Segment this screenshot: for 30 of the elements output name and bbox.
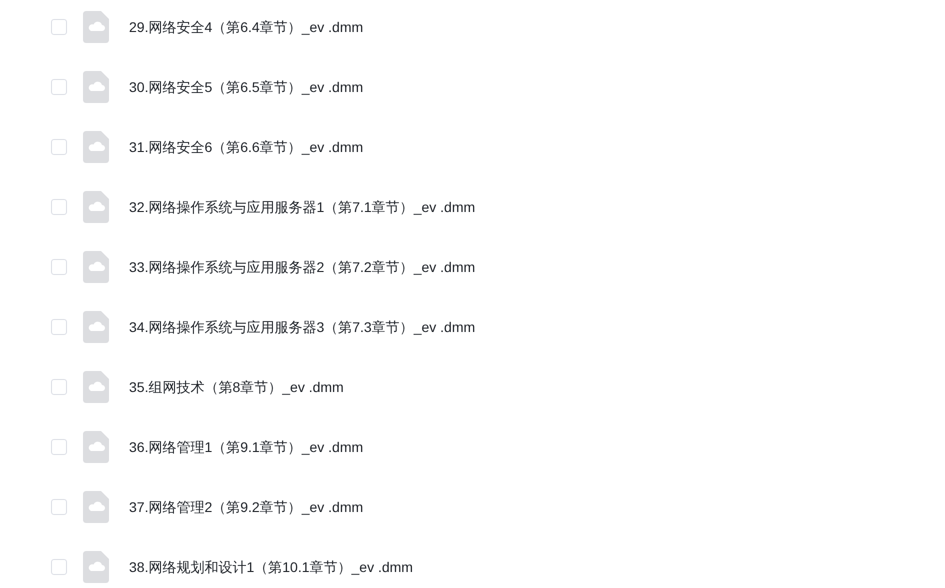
checkbox[interactable] bbox=[51, 139, 67, 155]
file-name[interactable]: 34.网络操作系统与应用服务器3（第7.3章节）_ev .dmm bbox=[129, 316, 476, 338]
cloud-file-icon bbox=[83, 311, 109, 343]
cloud-file-icon bbox=[83, 491, 109, 523]
file-name[interactable]: 30.网络安全5（第6.5章节）_ev .dmm bbox=[129, 76, 364, 98]
file-name[interactable]: 31.网络安全6（第6.6章节）_ev .dmm bbox=[129, 136, 364, 158]
checkbox[interactable] bbox=[51, 439, 67, 455]
checkbox[interactable] bbox=[51, 19, 67, 35]
cloud-file-icon bbox=[83, 431, 109, 463]
checkbox[interactable] bbox=[51, 559, 67, 575]
checkbox[interactable] bbox=[51, 199, 67, 215]
cloud-file-icon bbox=[83, 371, 109, 403]
checkbox[interactable] bbox=[51, 379, 67, 395]
file-name[interactable]: 33.网络操作系统与应用服务器2（第7.2章节）_ev .dmm bbox=[129, 256, 476, 278]
file-name[interactable]: 32.网络操作系统与应用服务器1（第7.1章节）_ev .dmm bbox=[129, 196, 476, 218]
cloud-file-icon bbox=[83, 11, 109, 43]
file-name[interactable]: 29.网络安全4（第6.4章节）_ev .dmm bbox=[129, 16, 364, 38]
cloud-file-icon bbox=[83, 551, 109, 583]
cloud-file-icon bbox=[83, 71, 109, 103]
checkbox[interactable] bbox=[51, 499, 67, 515]
cloud-file-icon bbox=[83, 191, 109, 223]
checkbox[interactable] bbox=[51, 79, 67, 95]
cloud-file-icon bbox=[83, 251, 109, 283]
cloud-file-icon bbox=[83, 131, 109, 163]
checkbox[interactable] bbox=[51, 319, 67, 335]
file-name[interactable]: 38.网络规划和设计1（第10.1章节）_ev .dmm bbox=[129, 556, 413, 578]
file-name[interactable]: 37.网络管理2（第9.2章节）_ev .dmm bbox=[129, 496, 364, 518]
file-name[interactable]: 36.网络管理1（第9.1章节）_ev .dmm bbox=[129, 436, 364, 458]
file-name[interactable]: 35.组网技术（第8章节）_ev .dmm bbox=[129, 376, 344, 398]
checkbox[interactable] bbox=[51, 259, 67, 275]
